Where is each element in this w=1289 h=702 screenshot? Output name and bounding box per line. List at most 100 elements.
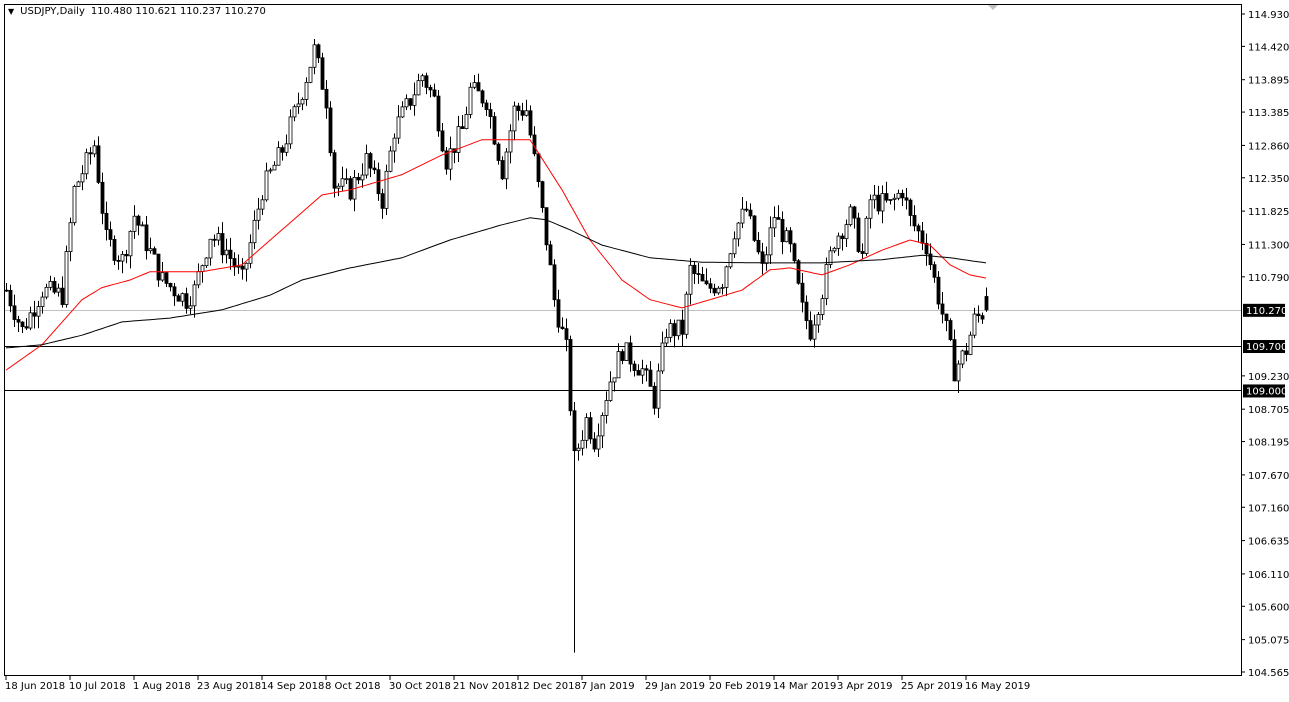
candle-bear: [953, 340, 956, 381]
candle-bear: [53, 281, 56, 292]
candle-bear: [441, 131, 444, 151]
y-tick-label: 107.160: [1248, 503, 1289, 514]
candle-bull: [897, 193, 900, 198]
candle-bull: [189, 306, 192, 309]
candle-bull: [81, 174, 84, 182]
candle-bull: [265, 171, 268, 200]
candle-bear: [477, 83, 480, 91]
candle-bear: [789, 231, 792, 244]
candle-bear: [157, 254, 160, 280]
candle-bear: [541, 182, 544, 208]
candle-bear: [329, 108, 332, 153]
candle-bull: [277, 148, 280, 166]
candle-bull: [597, 436, 600, 449]
candle-bull: [269, 170, 272, 171]
candle-bull: [577, 448, 580, 450]
price-label: 109.700: [1246, 342, 1287, 353]
candle-bull: [473, 83, 476, 88]
x-tick-label: 25 Apr 2019: [901, 681, 963, 692]
candle-bull: [769, 228, 772, 255]
candle-bull: [37, 307, 40, 317]
candle-bear: [105, 213, 108, 229]
candle-bear: [945, 314, 948, 320]
candle-bear: [101, 182, 104, 213]
candle-bear: [653, 386, 656, 408]
candle-bear: [173, 287, 176, 296]
candle-bear: [569, 339, 572, 410]
candle-bull: [217, 234, 220, 241]
candle-bull: [289, 117, 292, 144]
candle-bull: [245, 263, 248, 269]
y-tick-label: 108.195: [1248, 438, 1289, 449]
y-tick-label: 112.860: [1248, 141, 1289, 152]
candle-bear: [537, 154, 540, 182]
candle-bear: [965, 351, 968, 355]
ohlc-readout: 110.480 110.621 110.237 110.270: [91, 6, 266, 17]
y-tick-label: 111.825: [1248, 207, 1289, 218]
candle-bull: [525, 111, 528, 116]
x-tick-label: 18 Jun 2018: [5, 681, 65, 692]
candle-bear: [629, 343, 632, 364]
candle-bear: [517, 106, 520, 111]
candle-bull: [257, 209, 260, 220]
candle-bull: [181, 294, 184, 302]
candle-bull: [817, 315, 820, 325]
candle-bull: [581, 440, 584, 448]
candle-bull: [393, 138, 396, 151]
candle-bull: [285, 144, 288, 152]
candle-bull: [881, 193, 884, 210]
candle-bear: [633, 364, 636, 370]
candle-bull: [361, 175, 364, 180]
candle-bear: [33, 313, 36, 316]
x-tick-label: 20 Feb 2019: [709, 681, 771, 692]
x-tick-label: 1 Aug 2018: [133, 681, 191, 692]
candle-bull: [205, 258, 208, 266]
x-tick-label: 7 Jan 2019: [581, 681, 635, 692]
y-tick-label: 108.705: [1248, 405, 1289, 416]
candle-bull: [585, 418, 588, 441]
candle-bull: [161, 273, 164, 280]
plot-border: [5, 5, 1242, 676]
candle-bear: [981, 316, 984, 319]
candle-bull: [729, 254, 732, 267]
candle-bear: [877, 195, 880, 211]
candle-bear: [917, 226, 920, 231]
candle-bear: [369, 154, 372, 169]
candle-bull: [737, 223, 740, 239]
candle-bull: [617, 352, 620, 378]
candle-bear: [805, 302, 808, 320]
candle-bear: [25, 327, 28, 328]
candle-bull: [201, 266, 204, 272]
candle-bull: [405, 99, 408, 107]
candle-bull: [249, 243, 252, 264]
candle-bear: [241, 266, 244, 269]
chart-window: ▼ USDJPY,Daily 110.480 110.621 110.237 1…: [0, 0, 1289, 698]
candle-bear: [745, 209, 748, 210]
candle-bear: [97, 146, 100, 182]
y-tick-label: 111.300: [1248, 240, 1289, 251]
candle-bull: [57, 288, 60, 292]
price-chart[interactable]: 114.930114.420113.895113.385112.860112.3…: [0, 0, 1289, 698]
candle-bull: [365, 154, 368, 175]
candle-bull: [961, 351, 964, 364]
candle-bear: [905, 198, 908, 200]
y-tick-label: 106.635: [1248, 537, 1289, 548]
candle-bull: [49, 281, 52, 287]
y-tick-label: 105.600: [1248, 602, 1289, 613]
candle-bull: [385, 171, 388, 208]
candle-bear: [593, 439, 596, 449]
candle-bear: [985, 296, 988, 309]
candle-bear: [705, 281, 708, 284]
candle-bear: [317, 45, 320, 58]
candle-bear: [109, 230, 112, 240]
candle-bull: [609, 382, 612, 401]
candle-bear: [429, 87, 432, 89]
candle-bear: [793, 244, 796, 261]
candle-bear: [281, 148, 284, 153]
chart-shift-marker-icon[interactable]: [988, 5, 998, 10]
candle-bear: [381, 194, 384, 209]
dropdown-triangle-icon[interactable]: ▼: [8, 7, 14, 16]
candle-bull: [601, 415, 604, 436]
y-tick-label: 112.350: [1248, 174, 1289, 185]
x-tick-label: 23 Aug 2018: [197, 681, 261, 692]
